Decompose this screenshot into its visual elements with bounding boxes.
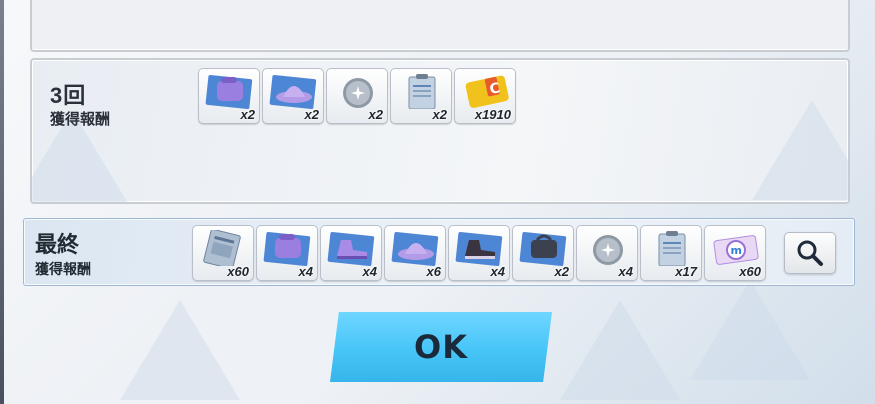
reward-item[interactable]: x60 bbox=[192, 225, 254, 281]
item-quantity: x6 bbox=[426, 264, 441, 279]
item-quantity: x60 bbox=[739, 264, 761, 279]
data-card-icon bbox=[203, 230, 241, 266]
reward-item[interactable]: C x1910 bbox=[454, 68, 516, 124]
reward-item[interactable]: x4 bbox=[448, 225, 510, 281]
clipboard-document-icon bbox=[408, 74, 436, 109]
item-quantity: x60 bbox=[227, 264, 249, 279]
panel-triangle bbox=[752, 100, 848, 200]
item-quantity: x2 bbox=[240, 107, 255, 122]
gold-coin-card-icon: C bbox=[465, 75, 509, 108]
item-quantity: x4 bbox=[362, 264, 377, 279]
ticket-m-icon: m bbox=[713, 235, 759, 265]
item-quantity: x1910 bbox=[474, 107, 511, 122]
round-title: 3回 bbox=[50, 83, 87, 108]
reward-item[interactable]: x2 bbox=[512, 225, 574, 281]
purple-bag-icon bbox=[205, 74, 253, 109]
search-icon bbox=[797, 240, 823, 266]
background-triangle bbox=[560, 300, 680, 400]
ok-button[interactable]: OK bbox=[330, 312, 552, 382]
dark-bag-icon bbox=[519, 231, 567, 266]
item-quantity: x4 bbox=[298, 264, 313, 279]
svg-text:m: m bbox=[731, 244, 742, 257]
item-quantity: x17 bbox=[675, 264, 697, 279]
round-subtitle: 獲得報酬 bbox=[50, 111, 111, 128]
item-quantity: x2 bbox=[432, 107, 447, 122]
item-quantity: x2 bbox=[554, 264, 569, 279]
background-triangle bbox=[120, 300, 240, 400]
left-edge bbox=[0, 0, 4, 404]
background-triangle bbox=[690, 280, 810, 380]
round-item-list: x2 x2 x2 x2 C x1910 bbox=[198, 68, 516, 124]
purple-hat-icon bbox=[391, 231, 439, 266]
reward-item[interactable]: x2 bbox=[326, 68, 388, 124]
silver-orb-icon bbox=[343, 78, 373, 108]
zoom-search-button[interactable] bbox=[784, 232, 836, 274]
final-item-list: x60 x4 x4 x6 x4 x2 x4 x17 m x60 bbox=[192, 225, 766, 281]
purple-shoes-icon bbox=[327, 231, 375, 266]
reward-item[interactable]: x2 bbox=[198, 68, 260, 124]
item-quantity: x2 bbox=[368, 107, 383, 122]
reward-item[interactable]: x17 bbox=[640, 225, 702, 281]
item-quantity: x4 bbox=[618, 264, 633, 279]
item-quantity: x4 bbox=[490, 264, 505, 279]
final-subtitle: 獲得報酬 bbox=[35, 261, 91, 277]
reward-item[interactable]: x4 bbox=[256, 225, 318, 281]
ok-button-label: OK bbox=[414, 328, 468, 366]
previous-round-panel bbox=[30, 0, 850, 52]
final-reward-panel: 最終 獲得報酬 x60 x4 x4 x6 x4 x2 x4 x17 m x60 bbox=[23, 218, 855, 286]
purple-bag-icon bbox=[263, 231, 311, 266]
final-title: 最終 bbox=[35, 232, 80, 257]
reward-item[interactable]: x4 bbox=[576, 225, 638, 281]
item-quantity: x2 bbox=[304, 107, 319, 122]
reward-item[interactable]: x4 bbox=[320, 225, 382, 281]
reward-item[interactable]: x2 bbox=[262, 68, 324, 124]
reward-item[interactable]: m x60 bbox=[704, 225, 766, 281]
purple-hat-icon bbox=[269, 74, 317, 109]
reward-item[interactable]: x6 bbox=[384, 225, 446, 281]
silver-orb-icon bbox=[593, 235, 623, 265]
round-reward-panel: 3回 獲得報酬 x2 x2 x2 x2 C x1910 bbox=[30, 58, 850, 204]
dark-shoes-icon bbox=[455, 231, 503, 266]
clipboard-document-icon bbox=[658, 231, 686, 266]
reward-item[interactable]: x2 bbox=[390, 68, 452, 124]
